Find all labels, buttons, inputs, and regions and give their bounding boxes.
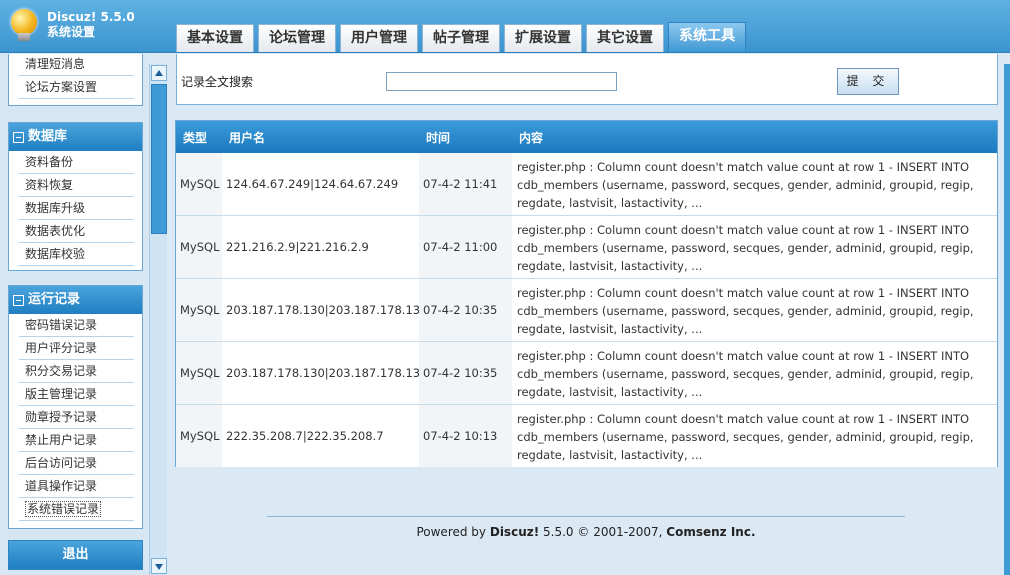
cell-type: MySQL — [176, 153, 222, 215]
table-header: 类型 用户名 时间 内容 — [176, 121, 997, 153]
header-type: 类型 — [183, 131, 208, 145]
footer: Powered by Discuz! 5.5.0 © 2001-2007, Co… — [168, 525, 1004, 539]
table-row: MySQL 221.216.2.9|221.216.2.9 07-4-2 11:… — [176, 216, 997, 279]
sidebar-item-db-check[interactable]: 数据库校验 — [19, 243, 134, 266]
footer-product: Discuz! — [489, 525, 540, 539]
arrow-up-icon — [155, 70, 163, 76]
header-content: 内容 — [519, 131, 544, 145]
table-row: MySQL 203.187.178.130|203.187.178.130 07… — [176, 279, 997, 342]
main-content: 记录全文搜索 提 交 类型 用户名 时间 内容 MySQL 124.64.67.… — [168, 54, 1010, 575]
cell-type: MySQL — [176, 342, 222, 404]
sidebar-scrollbar[interactable] — [149, 64, 167, 575]
collapse-icon[interactable] — [13, 131, 24, 143]
page-scrollbar[interactable] — [1004, 64, 1010, 575]
cell-time: 07-4-2 10:35 — [419, 342, 512, 404]
cell-username: 124.64.67.249|124.64.67.249 — [222, 153, 419, 215]
footer-company: Comsenz Inc. — [666, 525, 756, 539]
tab-system-tools[interactable]: 系统工具 — [668, 22, 746, 52]
cell-type: MySQL — [176, 405, 222, 467]
database-panel-header[interactable]: 数据库 — [9, 123, 142, 151]
tab-user-management[interactable]: 用户管理 — [340, 24, 418, 52]
table-row: MySQL 124.64.67.249|124.64.67.249 07-4-2… — [176, 153, 997, 216]
sidebar-item-credit-trades[interactable]: 积分交易记录 — [19, 360, 134, 383]
cell-type: MySQL — [176, 279, 222, 341]
sidebar-item-table-optimize[interactable]: 数据表优化 — [19, 220, 134, 243]
sidebar-item-banned-users[interactable]: 禁止用户记录 — [19, 429, 134, 452]
table-row: MySQL 222.35.208.7|222.35.208.7 07-4-2 1… — [176, 405, 997, 468]
sidebar-item-moderator-actions[interactable]: 版主管理记录 — [19, 383, 134, 406]
sidebar-panel-misc: 清理短消息 论坛方案设置 — [8, 54, 143, 106]
cell-time: 07-4-2 10:13 — [419, 405, 512, 467]
search-label: 记录全文搜索 — [181, 75, 254, 89]
header-time: 时间 — [426, 131, 451, 145]
brand-product: Discuz! 5.5.0 — [47, 10, 135, 24]
sidebar-item-medal-awards[interactable]: 勋章授予记录 — [19, 406, 134, 429]
brand: Discuz! 5.5.0 系统设置 — [47, 10, 135, 40]
logs-panel-title: 运行记录 — [28, 292, 81, 307]
sidebar: 清理短消息 论坛方案设置 数据库 资料备份 资料恢复 数据库升级 数据表优化 数… — [0, 54, 148, 575]
error-log-table: 类型 用户名 时间 内容 MySQL 124.64.67.249|124.64.… — [175, 120, 998, 467]
cell-content: register.php : Column count doesn't matc… — [512, 216, 997, 278]
log-search-form: 记录全文搜索 提 交 — [176, 54, 998, 105]
scroll-thumb[interactable] — [151, 84, 167, 234]
brand-subtitle: 系统设置 — [47, 25, 96, 39]
scroll-down-button[interactable] — [151, 558, 167, 574]
sidebar-item-user-ratings[interactable]: 用户评分记录 — [19, 337, 134, 360]
cell-time: 07-4-2 11:41 — [419, 153, 512, 215]
cell-type: MySQL — [176, 216, 222, 278]
tab-other-settings[interactable]: 其它设置 — [586, 24, 664, 52]
tab-forum-management[interactable]: 论坛管理 — [258, 24, 336, 52]
arrow-down-icon — [155, 564, 163, 570]
cell-username: 203.187.178.130|203.187.178.130 — [222, 342, 427, 404]
logs-panel-header[interactable]: 运行记录 — [9, 286, 142, 314]
cell-username: 221.216.2.9|221.216.2.9 — [222, 216, 419, 278]
footer-version: 5.5.0 — [543, 525, 574, 539]
top-bar: Discuz! 5.5.0 系统设置 基本设置 论坛管理 用户管理 帖子管理 扩… — [0, 0, 1010, 53]
sidebar-item-system-errors[interactable]: 系统错误记录 — [19, 498, 134, 521]
sidebar-panel-database: 数据库 资料备份 资料恢复 数据库升级 数据表优化 数据库校验 — [8, 122, 143, 271]
footer-divider — [267, 516, 905, 517]
sidebar-item-prop-operations[interactable]: 道具操作记录 — [19, 475, 134, 498]
cell-username: 222.35.208.7|222.35.208.7 — [222, 405, 419, 467]
sidebar-item-data-restore[interactable]: 资料恢复 — [19, 174, 134, 197]
submit-button[interactable]: 提 交 — [837, 68, 899, 95]
tab-basic-settings[interactable]: 基本设置 — [176, 24, 254, 52]
sidebar-item-db-upgrade[interactable]: 数据库升级 — [19, 197, 134, 220]
sidebar-item-password-errors[interactable]: 密码错误记录 — [19, 314, 134, 337]
sidebar-panel-logs: 运行记录 密码错误记录 用户评分记录 积分交易记录 版主管理记录 勋章授予记录 … — [8, 285, 143, 529]
footer-powered-by: Powered by — [416, 525, 487, 539]
sidebar-item-admin-access[interactable]: 后台访问记录 — [19, 452, 134, 475]
main-tabs: 基本设置 论坛管理 用户管理 帖子管理 扩展设置 其它设置 系统工具 — [176, 22, 750, 53]
sidebar-item-forum-scheme[interactable]: 论坛方案设置 — [19, 76, 134, 99]
cell-content: register.php : Column count doesn't matc… — [512, 153, 997, 215]
cell-time: 07-4-2 11:00 — [419, 216, 512, 278]
database-panel-title: 数据库 — [28, 129, 68, 144]
search-input[interactable] — [386, 72, 617, 91]
collapse-icon[interactable] — [13, 294, 24, 306]
table-row: MySQL 203.187.178.130|203.187.178.130 07… — [176, 342, 997, 405]
cell-content: register.php : Column count doesn't matc… — [512, 342, 997, 404]
tab-post-management[interactable]: 帖子管理 — [422, 24, 500, 52]
tab-extension-settings[interactable]: 扩展设置 — [504, 24, 582, 52]
cell-content: register.php : Column count doesn't matc… — [512, 405, 997, 467]
lightbulb-logo-icon — [8, 7, 40, 43]
cell-time: 07-4-2 10:35 — [419, 279, 512, 341]
cell-content: register.php : Column count doesn't matc… — [512, 279, 997, 341]
scroll-up-button[interactable] — [151, 65, 167, 81]
footer-copyright: © 2001-2007, — [577, 525, 663, 539]
cell-username: 203.187.178.130|203.187.178.130 — [222, 279, 427, 341]
sidebar-item-data-backup[interactable]: 资料备份 — [19, 151, 134, 174]
sidebar-item-clear-messages[interactable]: 清理短消息 — [19, 54, 134, 76]
logout-button[interactable]: 退出 — [8, 540, 143, 570]
header-username: 用户名 — [229, 131, 266, 145]
